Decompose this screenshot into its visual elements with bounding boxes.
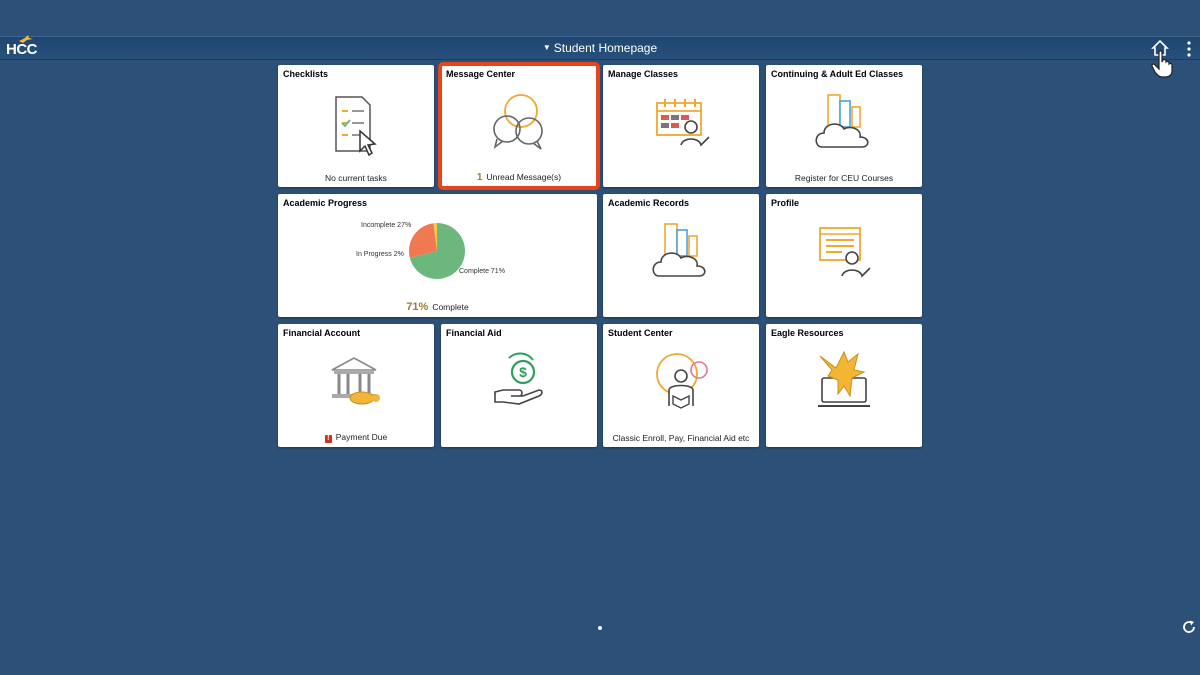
tile-financial-aid[interactable]: Financial Aid $ [441,324,597,447]
bank-money-icon [331,357,380,405]
progress-pie-chart [409,223,465,279]
tile-manage-classes[interactable]: Manage Classes [603,65,759,187]
tile-student-center[interactable]: Student Center Classic Enroll, Pay, Fina… [603,324,759,447]
tile-academic-progress[interactable]: Academic Progress Incomplete 27% In Prog… [278,194,597,317]
eagle-laptop-icon [818,350,870,407]
tile-eagle-resources[interactable]: Eagle Resources [766,324,922,447]
progress-label: Complete [432,302,469,312]
tile-grid: Checklists No current tasks Message Cent… [278,62,922,447]
tile-financial-account[interactable]: Financial Account ! Payment Due [278,324,434,447]
unread-label: Unread Message(s) [486,172,562,182]
warning-icon: ! [324,435,332,443]
tile-footer: 71% Complete [278,301,597,313]
tile-footer: ! Payment Due [278,432,434,443]
svg-text:$: $ [519,364,527,380]
profile-card-icon [819,227,871,278]
tile-title: Eagle Resources [771,328,844,338]
vertical-dots-icon[interactable] [1184,40,1194,58]
tile-title: Financial Account [283,328,361,338]
pie-label-complete: Complete 71% [459,268,505,275]
pie-label-incomplete: Incomplete 27% [361,222,412,229]
payment-due-label: Payment Due [335,432,388,442]
pie-label-in-progress: In Progress 2% [356,251,404,258]
tile-footer: Register for CEU Courses [794,173,894,183]
tile-title: Checklists [283,69,329,79]
checklist-clipboard-icon [335,96,377,157]
tile-title: Financial Aid [446,328,502,338]
tile-checklists[interactable]: Checklists No current tasks [278,65,434,187]
tile-continuing-ed[interactable]: Continuing & Adult Ed Classes Register f… [766,65,922,187]
caret-down-icon: ▼ [542,43,551,52]
app-header: HCC ▼ Student Homepage [0,35,1200,60]
tile-profile[interactable]: Profile [766,194,922,317]
tile-title: Message Center [446,69,516,79]
page-indicator-dot[interactable] [598,626,602,630]
unread-count: 1 [476,172,483,183]
progress-percent: 71% [406,301,429,313]
calendar-person-icon [656,99,710,147]
tile-footer: 1 Unread Message(s) [441,172,597,183]
tile-message-center[interactable]: Message Center 1 Unread Message(s) [438,62,600,190]
tile-footer: Classic Enroll, Pay, Financial Aid etc [612,433,750,443]
tile-title: Student Center [608,328,673,338]
cloud-buildings-icon [652,223,706,277]
page-title-text: Student Homepage [553,41,658,55]
top-band [0,0,1200,36]
tile-title: Profile [771,198,800,208]
hand-pointer-icon [1151,50,1173,78]
student-reading-icon [656,353,708,409]
cloud-buildings-icon [815,94,869,148]
refresh-icon[interactable] [1181,619,1197,635]
tile-footer: No current tasks [325,173,387,183]
hand-dollar-icon: $ [494,352,543,405]
tile-title: Academic Progress [283,198,368,208]
page-title[interactable]: ▼ Student Homepage [0,37,1200,60]
chat-bubbles-icon [493,94,543,150]
tile-title: Manage Classes [608,69,679,79]
tile-title: Academic Records [608,198,690,208]
tile-academic-records[interactable]: Academic Records [603,194,759,317]
tile-title: Continuing & Adult Ed Classes [771,69,904,79]
